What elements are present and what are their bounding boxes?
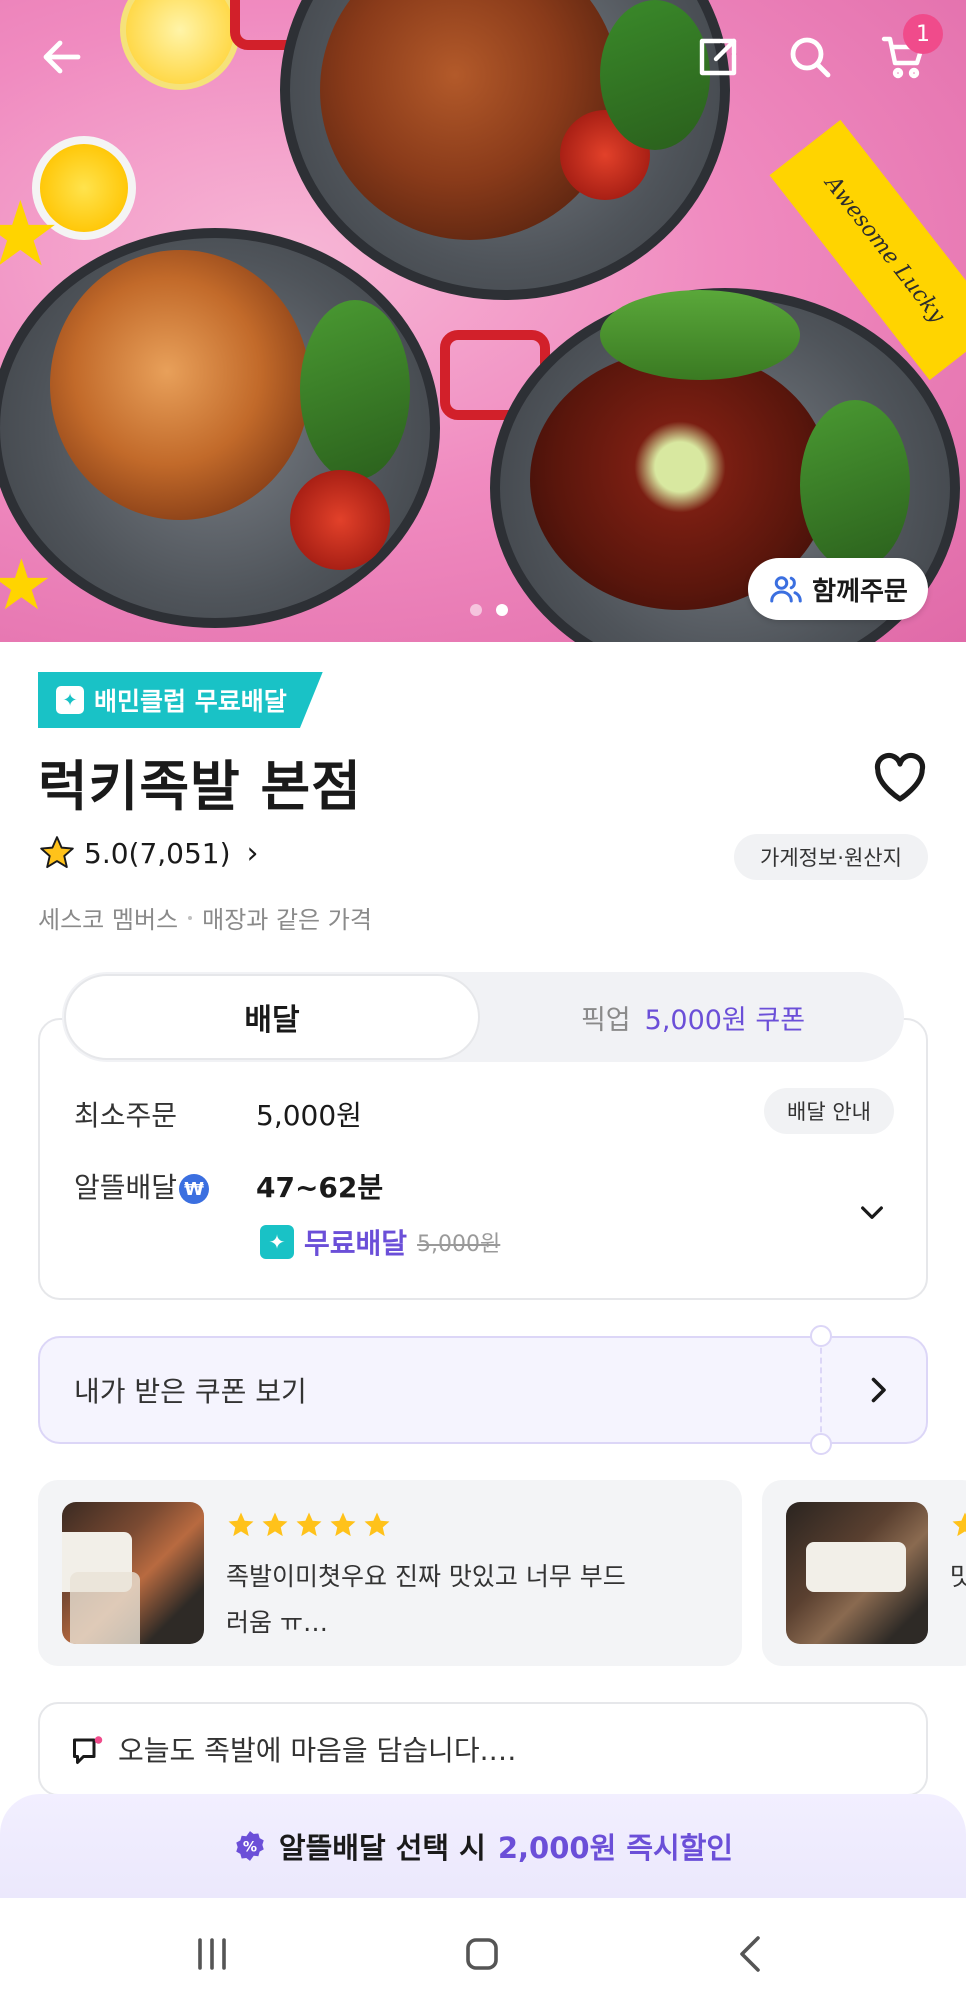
owner-notice[interactable]: 오늘도 족발에 마음을 담습니다.… — [38, 1702, 928, 1796]
star-icon — [364, 1512, 390, 1537]
star-icon — [952, 1512, 966, 1537]
tab-pickup-label: 픽업 — [580, 1004, 631, 1036]
promo-prefix: 알뜰배달 선택 시 — [278, 1831, 486, 1865]
people-icon — [770, 576, 802, 603]
review-card[interactable]: 족발이미쳣우요 진짜 맛있고 너무 부드러움 ㅠ… — [38, 1480, 742, 1666]
sparkle-icon: ✦ — [260, 1225, 294, 1259]
chevron-left-icon — [740, 1936, 760, 1972]
star-icon — [228, 1512, 254, 1537]
group-order-button[interactable]: 함께주문 — [748, 558, 928, 620]
tab-delivery[interactable]: 배달 — [64, 974, 480, 1060]
home-button[interactable] — [452, 1928, 512, 1980]
deco-star-icon: ★ — [0, 544, 53, 626]
club-badge-label: 배민클럽 무료배달 — [94, 687, 287, 716]
food-kimchi-left — [290, 470, 390, 570]
food-container — [806, 1542, 906, 1592]
rating-value: 5.0(7,051) — [84, 836, 231, 870]
chevron-down-icon[interactable] — [856, 1196, 888, 1228]
food-container — [70, 1572, 140, 1644]
food-jokbal-left — [50, 250, 310, 520]
saver-delivery-label-row: 알뜰배달 ₩ — [74, 1166, 210, 1206]
star-icon — [262, 1512, 288, 1537]
discount-badge-icon: % — [236, 1831, 264, 1861]
store-tag: 세스코 멤버스 — [38, 906, 179, 934]
review-card[interactable]: 맛… 이… — [762, 1480, 966, 1666]
sparkle-icon: ✦ — [56, 686, 84, 714]
tab-pickup[interactable]: 픽업 5,000원 쿠폰 — [482, 972, 904, 1062]
order-type-tabs: 배달 픽업 5,000원 쿠폰 — [62, 972, 904, 1062]
review-photo — [786, 1502, 928, 1644]
recent-apps-button[interactable] — [182, 1928, 242, 1980]
hero-image[interactable]: ★ ★ Awesome Lucky 1 함께주문 — [0, 0, 966, 642]
chevron-right-icon — [871, 1377, 886, 1403]
search-button[interactable] — [778, 25, 842, 89]
coupon-notch — [810, 1433, 832, 1455]
tag-separator — [188, 915, 193, 920]
original-fee: 5,000원 — [417, 1232, 501, 1257]
deco-star-icon: ★ — [0, 182, 61, 287]
tab-delivery-label: 배달 — [244, 1003, 300, 1038]
review-photo — [62, 1502, 204, 1644]
search-icon — [790, 37, 831, 78]
pickup-coupon-label: 5,000원 쿠폰 — [644, 1004, 806, 1036]
free-delivery-row: ✦ 무료배달 5,000원 — [260, 1222, 500, 1262]
review-stars — [950, 1510, 966, 1540]
saver-discount-banner[interactable]: % 알뜰배달 선택 시 2,000원 즉시할인 — [0, 1794, 966, 1898]
notice-text: 오늘도 족발에 마음을 담습니다.… — [118, 1734, 517, 1767]
coupon-notch — [810, 1325, 832, 1347]
star-icon — [330, 1512, 356, 1537]
home-icon — [466, 1938, 498, 1970]
min-order-value: 5,000원 — [256, 1099, 362, 1132]
saver-delivery-label: 알뜰배달 — [74, 1171, 178, 1204]
recent-apps-icon — [198, 1938, 226, 1970]
saver-delivery-time: 47~62분 — [256, 1171, 384, 1204]
promo-highlight: 2,000원 즉시할인 — [497, 1831, 734, 1865]
store-title: 럭키족발 본점 — [38, 755, 362, 818]
review-text: 맛… 이… — [950, 1562, 966, 1591]
min-order-label: 최소주문 — [74, 1099, 178, 1132]
svg-text:%: % — [243, 1840, 257, 1856]
star-icon — [296, 1512, 322, 1537]
back-button[interactable] — [30, 25, 94, 89]
coupon-label: 내가 받은 쿠폰 보기 — [74, 1375, 307, 1408]
food-greens-right — [600, 290, 800, 380]
favorite-heart-icon[interactable] — [872, 752, 928, 804]
review-stars — [226, 1510, 392, 1540]
share-icon — [699, 38, 737, 76]
star-icon — [40, 836, 74, 869]
share-button[interactable] — [686, 25, 750, 89]
system-nav-bar — [0, 1898, 966, 2011]
arrow-left-icon — [43, 40, 81, 74]
cart-count-badge: 1 — [903, 14, 943, 54]
system-back-button[interactable] — [722, 1928, 782, 1980]
coupon-divider — [820, 1338, 822, 1442]
notice-chat-icon — [73, 1736, 103, 1764]
rating-link[interactable]: 5.0(7,051) › — [38, 834, 259, 872]
free-delivery-label: 무료배달 — [304, 1227, 408, 1260]
carousel-dot[interactable] — [470, 604, 482, 616]
review-text: 족발이미쳣우요 진짜 맛있고 너무 부드러움 ㅠ… — [226, 1562, 626, 1637]
my-coupons-button[interactable]: 내가 받은 쿠폰 보기 — [38, 1325, 928, 1455]
food-chives-right — [800, 400, 910, 570]
store-info-button[interactable]: 가게정보·원산지 — [734, 834, 928, 880]
group-order-label: 함께주문 — [812, 576, 908, 607]
club-free-delivery-badge: ✦ 배민클럽 무료배달 — [38, 672, 323, 728]
store-tags: 세스코 멤버스 매장과 같은 가격 — [38, 900, 372, 935]
carousel-dots — [470, 604, 508, 616]
chevron-right-icon: › — [246, 835, 259, 871]
top-nav: 1 — [0, 0, 966, 120]
carousel-dot-active[interactable] — [496, 604, 508, 616]
store-tag: 매장과 같은 가격 — [202, 906, 372, 934]
food-greens-left — [300, 300, 410, 480]
delivery-guide-button[interactable]: 배달 안내 — [764, 1088, 894, 1134]
won-icon: ₩ — [179, 1174, 210, 1204]
